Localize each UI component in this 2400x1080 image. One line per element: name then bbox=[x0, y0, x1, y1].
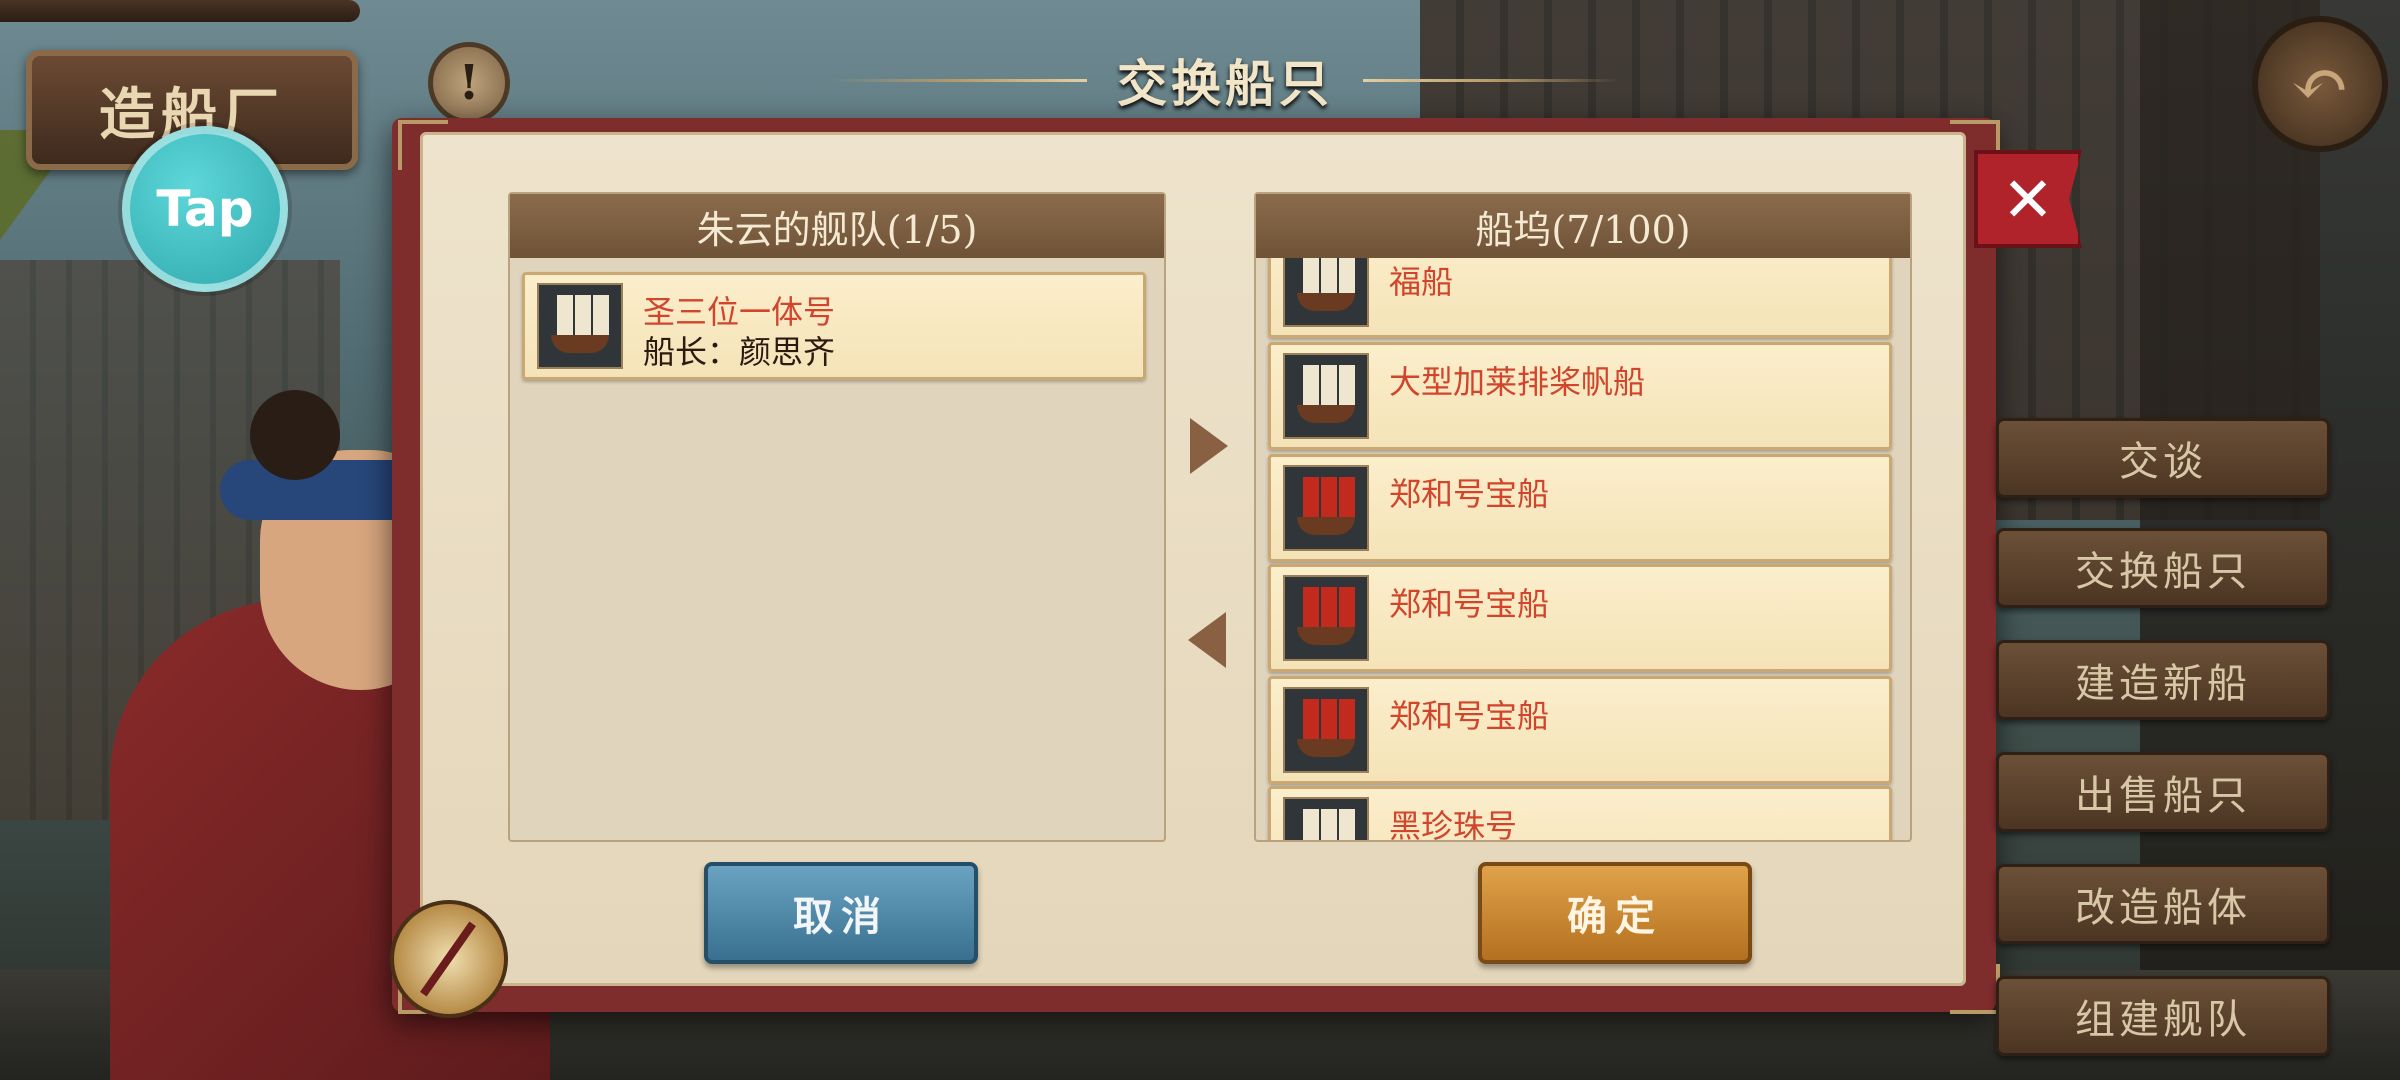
info-button[interactable]: ! bbox=[428, 42, 510, 124]
compass-icon bbox=[390, 900, 508, 1018]
ship-captain: 船长：颜思齐 bbox=[643, 333, 836, 371]
move-to-dock-arrow-icon[interactable] bbox=[1190, 418, 1228, 474]
back-arrow-icon: ↶ bbox=[2290, 43, 2350, 125]
menu-sell-ship-button[interactable]: 出售船只 bbox=[1996, 752, 2330, 832]
dock-ship-row[interactable]: 大型加莱排桨帆船 bbox=[1268, 342, 1892, 450]
menu-modify-hull-button[interactable]: 改造船体 bbox=[1996, 864, 2330, 944]
ship-thumbnail-icon bbox=[1283, 465, 1369, 551]
ship-name: 郑和号宝船 bbox=[1389, 585, 1550, 623]
title-divider-left bbox=[830, 78, 1087, 82]
page-corner-ornament bbox=[398, 120, 448, 170]
ship-name: 大型加莱排桨帆船 bbox=[1389, 363, 1646, 401]
fleet-ship-row[interactable]: 圣三位一体号 船长：颜思齐 bbox=[522, 272, 1146, 380]
ship-thumbnail-icon bbox=[1283, 687, 1369, 773]
menu-build-ship-button[interactable]: 建造新船 bbox=[1996, 640, 2330, 720]
back-button[interactable]: ↶ bbox=[2252, 16, 2388, 152]
dock-list[interactable]: 福船 大型加莱排桨帆船 郑和号宝船 郑和号宝船 郑和号宝船 黑珍珠号 bbox=[1256, 258, 1910, 840]
ship-thumbnail-icon bbox=[1283, 575, 1369, 661]
ship-thumbnail-icon bbox=[537, 283, 623, 369]
dialog-title-bar: 交换船只 bbox=[800, 40, 1650, 120]
dialog-title: 交换船只 bbox=[1117, 54, 1333, 113]
ship-thumbnail-icon bbox=[1283, 258, 1369, 327]
dock-ship-row[interactable]: 郑和号宝船 bbox=[1268, 454, 1892, 562]
sign-hanger bbox=[0, 0, 360, 22]
ship-thumbnail-icon bbox=[1283, 797, 1369, 840]
dock-ship-row[interactable]: 黑珍珠号 bbox=[1268, 786, 1892, 840]
ship-name: 郑和号宝船 bbox=[1389, 697, 1550, 735]
page-corner-ornament bbox=[1950, 964, 2000, 1014]
fleet-panel-header: 朱云的舰队(1/5) bbox=[510, 194, 1164, 258]
dock-ship-row[interactable]: 郑和号宝船 bbox=[1268, 564, 1892, 672]
dock-panel-header: 船坞(7/100) bbox=[1256, 194, 1910, 258]
ship-name: 黑珍珠号 bbox=[1389, 807, 1518, 840]
confirm-button[interactable]: 确定 bbox=[1478, 862, 1752, 964]
fleet-panel-title: 朱云的舰队(1/5) bbox=[696, 207, 978, 252]
close-button[interactable]: ✕ bbox=[1974, 150, 2082, 248]
fleet-panel: 朱云的舰队(1/5) 圣三位一体号 船长：颜思齐 bbox=[508, 192, 1166, 842]
ship-thumbnail-icon bbox=[1283, 353, 1369, 439]
fleet-list[interactable]: 圣三位一体号 船长：颜思齐 bbox=[510, 258, 1164, 840]
dock-ship-row[interactable]: 福船 bbox=[1268, 258, 1892, 338]
menu-exchange-ships-button[interactable]: 交换船只 bbox=[1996, 528, 2330, 608]
dock-ship-row[interactable]: 郑和号宝船 bbox=[1268, 676, 1892, 784]
menu-talk-button[interactable]: 交谈 bbox=[1996, 418, 2330, 498]
ship-name: 郑和号宝船 bbox=[1389, 475, 1550, 513]
close-icon: ✕ bbox=[2002, 162, 2054, 236]
move-to-fleet-arrow-icon[interactable] bbox=[1188, 612, 1226, 668]
dock-panel-title: 船坞(7/100) bbox=[1475, 207, 1691, 252]
ship-name: 福船 bbox=[1389, 263, 1454, 301]
dock-panel: 船坞(7/100) 福船 大型加莱排桨帆船 郑和号宝船 郑和号宝船 郑和号宝船 … bbox=[1254, 192, 1912, 842]
character-hair-bun bbox=[250, 390, 340, 480]
menu-form-fleet-button[interactable]: 组建舰队 bbox=[1996, 976, 2330, 1056]
tap-button[interactable]: Tap bbox=[122, 126, 288, 292]
title-divider-right bbox=[1363, 78, 1620, 82]
cancel-button[interactable]: 取消 bbox=[704, 862, 978, 964]
